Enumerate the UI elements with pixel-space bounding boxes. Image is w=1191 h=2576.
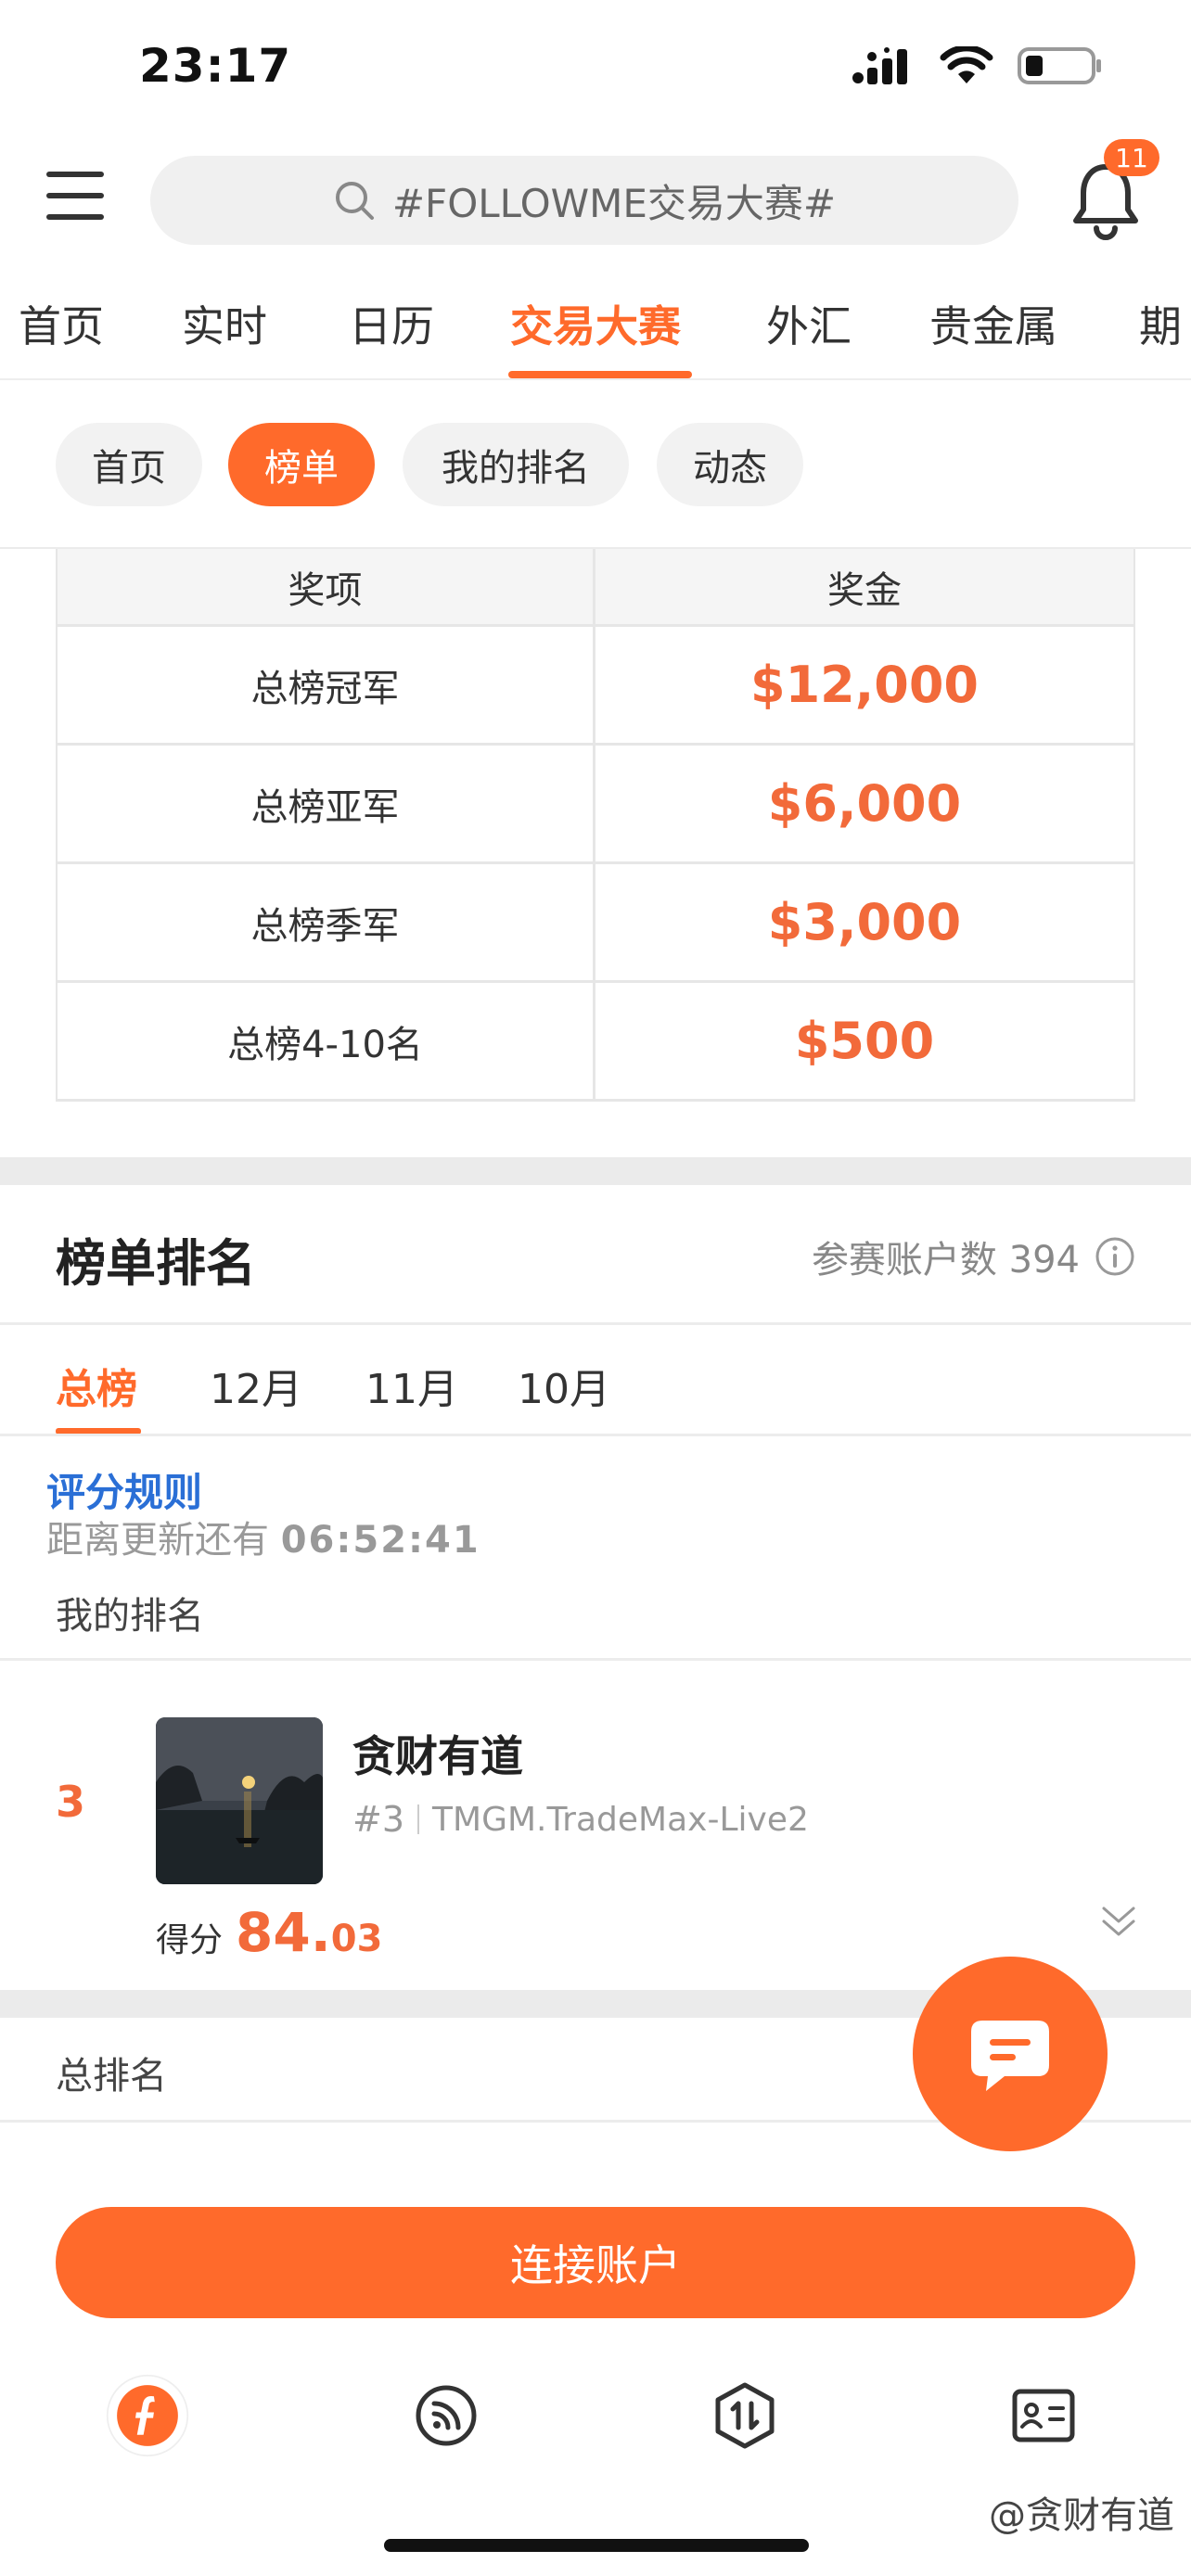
ranking-tab-december[interactable]: 12月 [210, 1356, 302, 1415]
followme-logo-icon [106, 2374, 189, 2457]
tab-trade[interactable] [703, 2374, 787, 2457]
sub-nav: 首页 榜单 我的排名 动态 [0, 382, 1191, 549]
prize-row: 总榜冠军 $12,000 [58, 627, 1133, 746]
tab-home[interactable] [106, 2374, 189, 2457]
search-bar[interactable]: #FOLLOWME交易大赛# [150, 156, 1018, 245]
sub-nav-activity[interactable]: 动态 [657, 423, 803, 506]
total-rank-label: 总排名 [56, 2055, 167, 2098]
prize-amount: $12,000 [750, 656, 979, 714]
prize-header-award: 奖项 [58, 549, 596, 624]
chat-fab[interactable] [913, 1957, 1108, 2151]
prize-amount: $3,000 [767, 893, 962, 951]
divider [0, 1658, 1191, 1661]
prize-header-amount: 奖金 [596, 549, 1133, 624]
score-decimal: 03 [330, 1918, 383, 1960]
prize-award: 总榜冠军 [58, 627, 596, 743]
search-icon [335, 182, 374, 220]
notification-badge: 11 [1104, 139, 1159, 176]
signal-icon [852, 47, 907, 84]
top-nav-home[interactable]: 首页 [19, 293, 104, 354]
prize-award: 总榜亚军 [58, 746, 596, 861]
user-account: TMGM.TradeMax-Live2 [432, 1800, 809, 1839]
sub-nav-home[interactable]: 首页 [56, 423, 202, 506]
prize-amount: $6,000 [767, 774, 962, 833]
prize-row: 总榜4-10名 $500 [58, 983, 1133, 1102]
chat-bubble-icon [971, 2021, 1049, 2091]
my-rank-label: 我的排名 [56, 1595, 204, 1638]
top-nav-precious-metals[interactable]: 贵金属 [929, 293, 1057, 354]
trade-icon [715, 2382, 775, 2449]
menu-button[interactable] [46, 172, 104, 220]
ranking-title: 榜单排名 [56, 1234, 256, 1293]
info-icon[interactable] [1095, 1236, 1135, 1277]
countdown-value: 06:52:41 [280, 1519, 480, 1562]
ranking-tab-november[interactable]: 11月 [365, 1356, 458, 1415]
prize-award: 总榜4-10名 [58, 983, 596, 1099]
prize-table-header: 奖项 奖金 [58, 549, 1133, 627]
participants-label: 参赛账户数 394 [811, 1239, 1080, 1282]
ranking-tabs: 总榜 12月 11月 10月 [0, 1324, 1191, 1435]
avatar[interactable] [156, 1717, 323, 1884]
user-name[interactable]: 贪财有道 [352, 1723, 523, 1784]
top-nav-active-indicator [508, 371, 692, 378]
update-countdown: 距离更新还有 06:52:41 [46, 1510, 480, 1563]
status-time: 23:17 [139, 39, 292, 93]
section-separator [0, 1157, 1191, 1185]
top-nav-forex[interactable]: 外汇 [766, 293, 852, 354]
search-placeholder: #FOLLOWME交易大赛# [391, 180, 837, 226]
tab-profile[interactable] [1002, 2374, 1085, 2457]
prize-award: 总榜季军 [58, 864, 596, 980]
avatar-image [156, 1717, 323, 1884]
participants-count: 参赛账户数 394 [812, 1230, 1135, 1283]
status-icons [852, 46, 1103, 85]
top-nav-futures[interactable]: 期 [1139, 293, 1182, 354]
countdown-label: 距离更新还有 [46, 1519, 269, 1562]
sub-nav-my-rank[interactable]: 我的排名 [403, 423, 629, 506]
battery-icon [1018, 47, 1101, 84]
prize-row: 总榜亚军 $6,000 [58, 746, 1133, 864]
prize-amount: $500 [794, 1012, 935, 1070]
prize-table: 奖项 奖金 总榜冠军 $12,000 总榜亚军 $6,000 总榜季军 $3,0… [56, 549, 1135, 1102]
user-score: 得分 84. 03 [156, 1901, 382, 1964]
ranking-tab-overall[interactable]: 总榜 [56, 1356, 137, 1415]
profile-card-icon [1012, 2389, 1075, 2442]
separator [417, 1804, 420, 1834]
score-label: 得分 [156, 1921, 224, 1959]
user-rank-tag: #3 [352, 1799, 405, 1840]
my-rank-number: 3 [56, 1777, 86, 1827]
score-integer: 84. [236, 1901, 331, 1964]
home-indicator [384, 2539, 809, 2552]
top-nav-trading-contest[interactable]: 交易大赛 [510, 293, 681, 354]
tab-feed[interactable] [404, 2374, 488, 2457]
watermark: @贪财有道 [989, 2494, 1174, 2537]
wifi-icon [940, 46, 993, 83]
top-nav: 首页 实时 日历 交易大赛 外汇 贵金属 期 [0, 287, 1191, 380]
prize-row: 总榜季军 $3,000 [58, 864, 1133, 983]
user-subline: #3 TMGM.TradeMax-Live2 [352, 1799, 809, 1840]
sub-nav-leaderboard[interactable]: 榜单 [228, 423, 375, 506]
connect-account-button[interactable]: 连接账户 [56, 2207, 1135, 2318]
ranking-tab-october[interactable]: 10月 [518, 1356, 610, 1415]
top-nav-calendar[interactable]: 日历 [349, 293, 434, 354]
divider [0, 1434, 1191, 1436]
feed-icon [416, 2385, 477, 2446]
top-nav-realtime[interactable]: 实时 [182, 293, 267, 354]
expand-chevron-icon[interactable] [1098, 1901, 1139, 1942]
